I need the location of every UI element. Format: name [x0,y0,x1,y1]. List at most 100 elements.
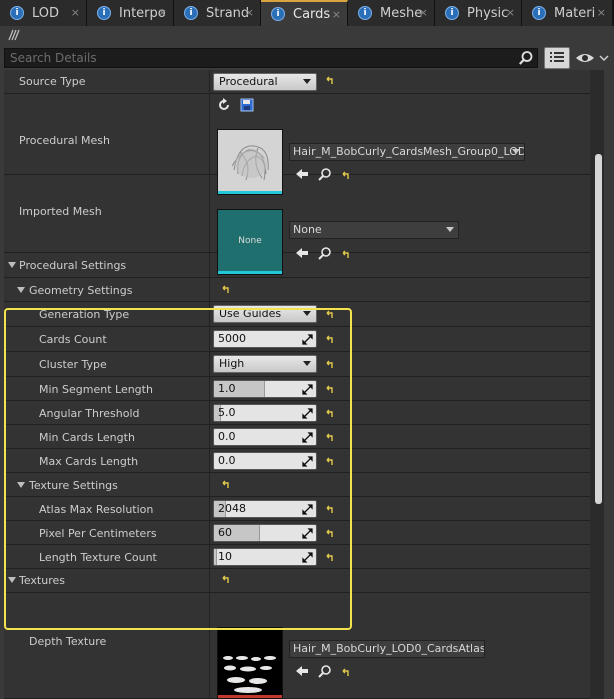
close-icon[interactable]: × [332,8,341,21]
reset-arrow-icon[interactable] [341,171,351,181]
length-texture-count-row: Length Texture Count 10 [4,545,592,569]
collapse-arrow-icon[interactable] [8,577,16,583]
chevron-down-icon [446,227,454,232]
imported-mesh-thumbnail[interactable]: None [217,209,283,275]
tab-interpolation[interactable]: i Interpo × [87,0,174,26]
reset-arrow-icon[interactable] [325,457,335,467]
column-divider [209,253,210,277]
max-cards-length-input[interactable]: 0.0 [213,452,317,470]
refresh-icon[interactable] [217,98,231,112]
save-icon[interactable] [240,98,254,112]
column-divider [209,545,210,568]
lock-icon[interactable] [7,28,21,42]
search-icon[interactable] [518,50,534,66]
generation-type-dropdown[interactable]: Use Guides [213,305,317,323]
close-icon[interactable]: × [71,6,80,19]
atlas-max-resolution-slider[interactable]: 2048 [213,500,317,518]
search-input[interactable] [5,49,495,67]
close-icon[interactable]: × [245,6,254,19]
info-icon: i [184,6,198,20]
column-divider [209,327,210,351]
tab-materials[interactable]: i Materi × [522,0,612,26]
close-icon[interactable]: × [506,6,515,19]
imported-mesh-thumb-label: None [238,236,262,246]
texture-settings-header[interactable]: Texture Settings [4,473,592,497]
imported-mesh-row: Imported Mesh [4,175,592,253]
procedural-mesh-row: Procedural Mesh [4,94,592,175]
max-cards-length-row: Max Cards Length 0.0 [4,449,592,473]
length-texture-count-label: Length Texture Count [39,551,157,564]
depth-texture-picker[interactable]: Hair_M_BobCurly_LOD0_CardsAtlas_De [289,640,485,658]
pixel-per-centimeters-slider[interactable]: 60 [213,524,317,542]
column-divider [209,569,210,592]
browse-arrow-icon[interactable] [295,246,309,260]
procedural-settings-label: Procedural Settings [19,259,127,272]
hair-mesh-preview-icon [218,130,282,192]
reset-arrow-icon[interactable] [221,480,231,490]
collapse-arrow-icon[interactable] [17,482,25,488]
expand-arrows-icon [302,432,313,443]
reset-arrow-icon[interactable] [325,553,335,563]
geometry-settings-header[interactable]: Geometry Settings [4,278,592,302]
tab-strands[interactable]: i Strand × [174,0,261,26]
textures-header[interactable]: Textures [4,569,592,593]
cards-count-value: 5000 [218,332,246,345]
find-asset-icon[interactable] [318,246,332,260]
min-segment-length-slider[interactable]: 1.0 [213,380,317,398]
browse-arrow-icon[interactable] [295,167,309,181]
atlas-max-resolution-label: Atlas Max Resolution [39,503,154,516]
cards-count-input[interactable]: 5000 [213,330,317,348]
column-divider [209,593,210,698]
chevron-down-icon [512,149,520,154]
collapse-arrow-icon[interactable] [8,262,16,268]
reset-arrow-icon[interactable] [341,250,351,260]
scrollbar[interactable] [590,70,604,699]
reset-arrow-icon[interactable] [325,433,335,443]
find-asset-icon[interactable] [318,664,332,678]
source-type-label: Source Type [19,75,86,88]
length-texture-count-value: 10 [218,550,232,563]
tab-lod[interactable]: i LOD × [0,0,87,26]
info-icon: i [10,6,24,20]
reset-arrow-icon[interactable] [325,335,335,345]
reset-arrow-icon[interactable] [325,529,335,539]
view-options-button[interactable] [544,47,570,69]
reset-arrow-icon[interactable] [325,385,335,395]
collapse-arrow-icon[interactable] [17,287,25,293]
angular-threshold-value: 5.0 [218,406,236,419]
reset-arrow-icon[interactable] [325,310,335,320]
imported-mesh-picker[interactable]: None [289,221,459,239]
reset-arrow-icon[interactable] [325,409,335,419]
chevron-down-icon [303,79,311,84]
reset-arrow-icon[interactable] [221,575,231,585]
close-icon[interactable]: × [597,6,606,19]
procedural-mesh-picker[interactable]: Hair_M_BobCurly_CardsMesh_Group0_LOD0 [289,143,525,161]
reset-arrow-icon[interactable] [325,76,335,86]
tab-physics[interactable]: i Physic × [435,0,522,26]
procedural-mesh-thumbnail[interactable] [217,129,283,195]
geometry-settings-label: Geometry Settings [29,284,133,297]
tab-meshes[interactable]: i Meshe × [348,0,435,26]
column-divider [209,94,210,174]
reset-arrow-icon[interactable] [221,285,231,295]
min-segment-length-row: Min Segment Length 1.0 [4,377,592,401]
browse-arrow-icon[interactable] [295,664,309,678]
source-type-dropdown[interactable]: Procedural [213,73,317,91]
generation-type-value: Use Guides [219,307,282,320]
close-icon[interactable]: × [158,6,167,19]
min-cards-length-input[interactable]: 0.0 [213,428,317,446]
column-divider [209,449,210,472]
length-texture-count-slider[interactable]: 10 [213,548,317,566]
expand-arrows-icon [302,456,313,467]
visibility-options-button[interactable] [574,49,610,67]
reset-arrow-icon[interactable] [341,668,351,678]
close-icon[interactable]: × [419,6,428,19]
cluster-type-dropdown[interactable]: High [213,355,317,373]
angular-threshold-slider[interactable]: 5.0 [213,404,317,422]
depth-texture-thumbnail[interactable] [217,627,283,699]
tab-cards[interactable]: i Cards × [261,0,348,26]
find-asset-icon[interactable] [318,167,332,181]
scrollbar-thumb[interactable] [595,154,602,504]
reset-arrow-icon[interactable] [325,360,335,370]
reset-arrow-icon[interactable] [325,505,335,515]
